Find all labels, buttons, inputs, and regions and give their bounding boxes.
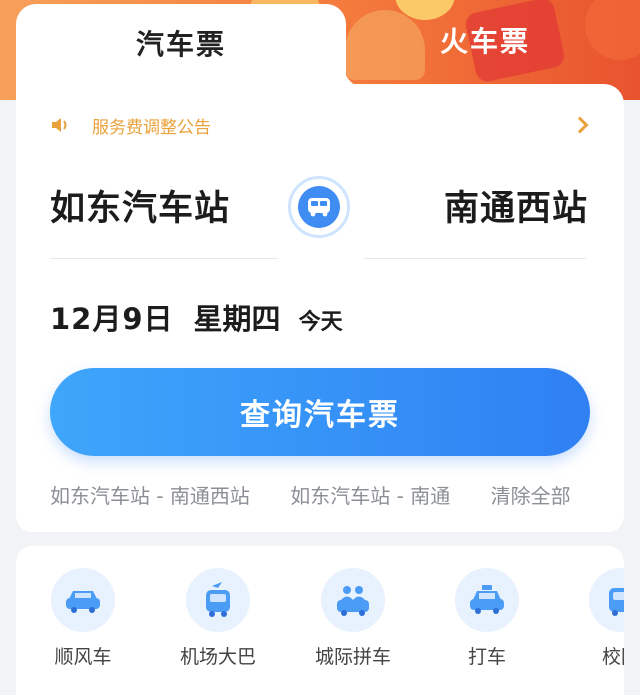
date-weekday: 星期四 [193, 302, 281, 336]
chevron-right-icon [571, 116, 589, 134]
service-campus[interactable]: 校园 [566, 568, 624, 669]
departure-station[interactable]: 如东汽车站 [50, 180, 230, 231]
date-relative: 今天 [298, 310, 343, 335]
service-label: 城际拼车 [314, 646, 391, 668]
service-label: 顺风车 [54, 646, 112, 668]
date-day: 12月9日 [50, 302, 174, 336]
service-intercity-carpool[interactable]: 城际拼车 [298, 568, 408, 669]
clear-history-button[interactable]: 清除全部 [491, 484, 571, 508]
airport-bus-icon [186, 568, 250, 632]
search-history: 如东汽车站 - 南通西站 如东汽车站 - 南通 清除全部 [50, 480, 590, 510]
service-label: 机场大巴 [179, 646, 256, 668]
ticket-search-card: 服务费调整公告 如东汽车站 南通西站 12月9日 星期四 今天 查询汽车票 如东… [16, 84, 624, 532]
search-bus-tickets-button[interactable]: 查询汽车票 [50, 368, 590, 456]
taxi-icon [455, 568, 519, 632]
departure-date-selector[interactable]: 12月9日 星期四 今天 [50, 296, 343, 338]
service-fee-notice[interactable]: 服务费调整公告 [50, 110, 590, 140]
speaker-icon [50, 115, 70, 135]
service-taxi[interactable]: 打车 [432, 568, 542, 669]
carpool-icon [321, 568, 385, 632]
service-airport-bus[interactable]: 机场大巴 [163, 568, 273, 669]
arrival-divider [364, 258, 586, 259]
services-grid: 顺风车 机场大巴 城际拼车 打车 校 [16, 546, 624, 695]
notice-text: 服务费调整公告 [92, 117, 211, 138]
tab-train-ticket[interactable]: 火车票 [346, 4, 624, 90]
campus-bus-icon [589, 568, 624, 632]
arrival-station[interactable]: 南通西站 [444, 180, 588, 231]
history-item[interactable]: 如东汽车站 - 南通 [290, 484, 450, 508]
swap-stations-button[interactable] [288, 176, 350, 238]
bus-ticket-page: 火车票 汽车票 服务费调整公告 如东汽车站 南通西站 12月9日 星期四 今天 … [0, 0, 640, 695]
service-label: 校园 [601, 646, 624, 668]
car-icon [51, 568, 115, 632]
history-item[interactable]: 如东汽车站 - 南通西站 [50, 484, 250, 508]
tab-bus-ticket[interactable]: 汽车票 [16, 4, 370, 90]
service-carpool-ride[interactable]: 顺风车 [28, 568, 138, 669]
service-label: 打车 [467, 646, 506, 668]
departure-divider [50, 258, 278, 259]
bus-swap-icon [298, 186, 340, 228]
